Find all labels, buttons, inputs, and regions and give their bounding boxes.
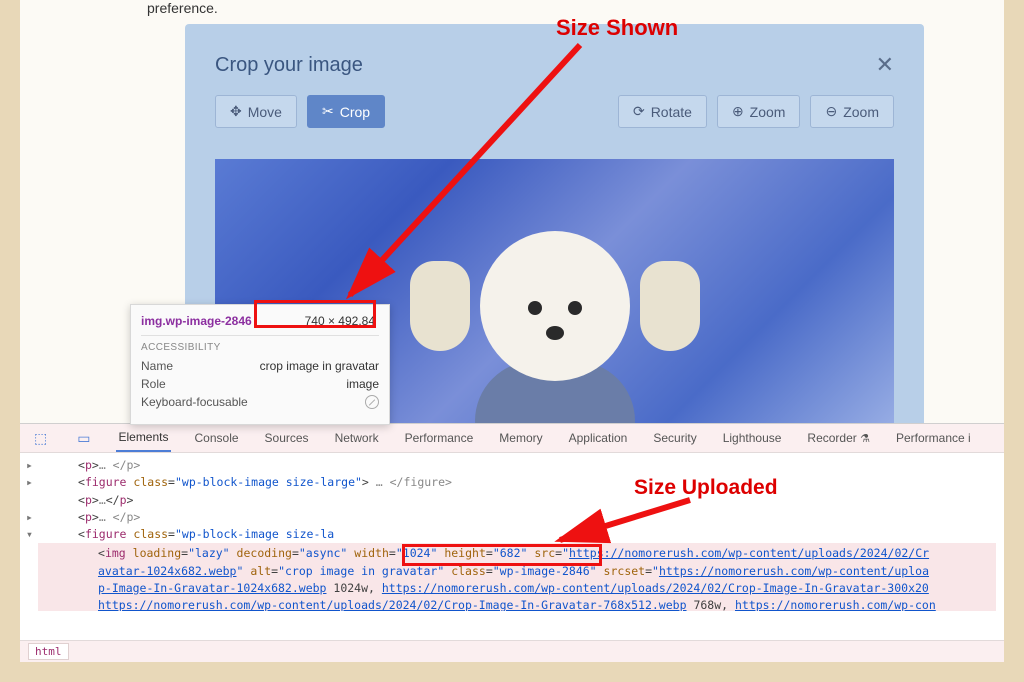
tooltip-name-label: Name	[141, 359, 173, 373]
tab-network[interactable]: Network	[333, 425, 381, 451]
preview-image-content	[435, 231, 675, 435]
zoom-in-button[interactable]: ⊕ Zoom	[717, 95, 801, 128]
devtools-breadcrumb: html	[20, 640, 1004, 662]
flask-icon: ⚗	[860, 433, 870, 445]
twisty-icon[interactable]: ▸	[26, 509, 33, 526]
code-text: … </p>	[99, 458, 141, 472]
tooltip-size: 740 × 492.84	[301, 313, 379, 329]
twisty-open-icon[interactable]: ▾	[26, 526, 33, 543]
page-body-text: preference.	[147, 0, 218, 16]
tooltip-selector: img.wp-image-2846	[141, 314, 252, 328]
twisty-icon[interactable]: ▸	[26, 457, 33, 474]
annotation-size-uploaded: Size Uploaded	[634, 476, 778, 500]
crop-toolbar: ✥ Move ✂ Crop ⟳ Rotate ⊕ Zoom ⊖ Zoom	[215, 95, 894, 128]
crop-dialog-title: Crop your image	[215, 54, 894, 77]
code-text: … </figure>	[369, 475, 452, 489]
zoom-in-icon: ⊕	[732, 103, 744, 120]
zoom-out-button-label: Zoom	[843, 104, 879, 120]
rotate-icon: ⟳	[633, 103, 645, 120]
tab-elements[interactable]: Elements	[116, 424, 170, 452]
code-text: 768w,	[687, 598, 735, 611]
devtools-panel: ⬚ ▭ Elements Console Sources Network Per…	[20, 423, 1004, 662]
tooltip-name-value: crop image in gravatar	[260, 359, 379, 373]
tab-recorder[interactable]: Recorder ⚗	[805, 425, 872, 451]
elements-tree[interactable]: ▸<p>… </p> ▸<figure class="wp-block-imag…	[20, 453, 1004, 611]
crop-button[interactable]: ✂ Crop	[307, 95, 385, 128]
tab-performance[interactable]: Performance	[403, 425, 476, 451]
tooltip-role-label: Role	[141, 377, 166, 391]
tab-performance-insights[interactable]: Performance i	[894, 425, 973, 451]
crop-icon: ✂	[322, 103, 334, 120]
code-link[interactable]: https://nomorerush.com/wp-content/upload…	[382, 581, 929, 595]
device-toggle-icon[interactable]: ▭	[73, 430, 94, 447]
move-button-label: Move	[248, 104, 282, 120]
zoom-out-button[interactable]: ⊖ Zoom	[810, 95, 894, 128]
move-icon: ✥	[230, 103, 242, 120]
crop-button-label: Crop	[340, 104, 370, 120]
breadcrumb-item[interactable]: html	[28, 643, 69, 660]
annotation-size-shown: Size Shown	[556, 15, 678, 41]
tooltip-keyboard-value	[365, 395, 379, 412]
tab-console[interactable]: Console	[193, 425, 241, 451]
move-button[interactable]: ✥ Move	[215, 95, 297, 128]
tab-memory[interactable]: Memory	[497, 425, 544, 451]
tab-sources[interactable]: Sources	[263, 425, 311, 451]
element-inspector-tooltip: img.wp-image-2846 740 × 492.84 ACCESSIBI…	[130, 304, 390, 425]
tab-lighthouse[interactable]: Lighthouse	[721, 425, 784, 451]
code-link[interactable]: avatar-1024x682.webp	[98, 564, 236, 578]
deny-icon	[365, 395, 379, 409]
rotate-button[interactable]: ⟳ Rotate	[618, 95, 707, 128]
code-link[interactable]: https://nomorerush.com/wp-content/upload…	[98, 598, 687, 611]
code-link[interactable]: https://nomorerush.com/wp-content/uploa	[659, 564, 929, 578]
twisty-icon[interactable]: ▸	[26, 474, 33, 491]
tab-security[interactable]: Security	[651, 425, 698, 451]
rotate-button-label: Rotate	[651, 104, 692, 120]
tooltip-keyboard-label: Keyboard-focusable	[141, 395, 248, 412]
page-frame: preference. Crop your image ✕ ✥ Move ✂ C…	[20, 0, 1004, 662]
code-link[interactable]: https://nomorerush.com/wp-con	[735, 598, 936, 611]
zoom-out-icon: ⊖	[825, 103, 837, 120]
inspect-icon[interactable]: ⬚	[30, 430, 51, 447]
code-text: 1024w,	[326, 581, 381, 595]
tab-application[interactable]: Application	[567, 425, 630, 451]
code-text: … </p>	[99, 510, 141, 524]
code-link[interactable]: https://nomorerush.com/wp-content/upload…	[569, 546, 929, 560]
zoom-in-button-label: Zoom	[750, 104, 786, 120]
devtools-tabbar: ⬚ ▭ Elements Console Sources Network Per…	[20, 424, 1004, 453]
tooltip-role-value: image	[346, 377, 379, 391]
code-link[interactable]: p-Image-In-Gravatar-1024x682.webp	[98, 581, 326, 595]
tooltip-section-title: ACCESSIBILITY	[141, 342, 379, 353]
close-icon[interactable]: ✕	[876, 52, 894, 78]
selected-element-row[interactable]: <img loading="lazy" decoding="async" wid…	[38, 543, 996, 611]
